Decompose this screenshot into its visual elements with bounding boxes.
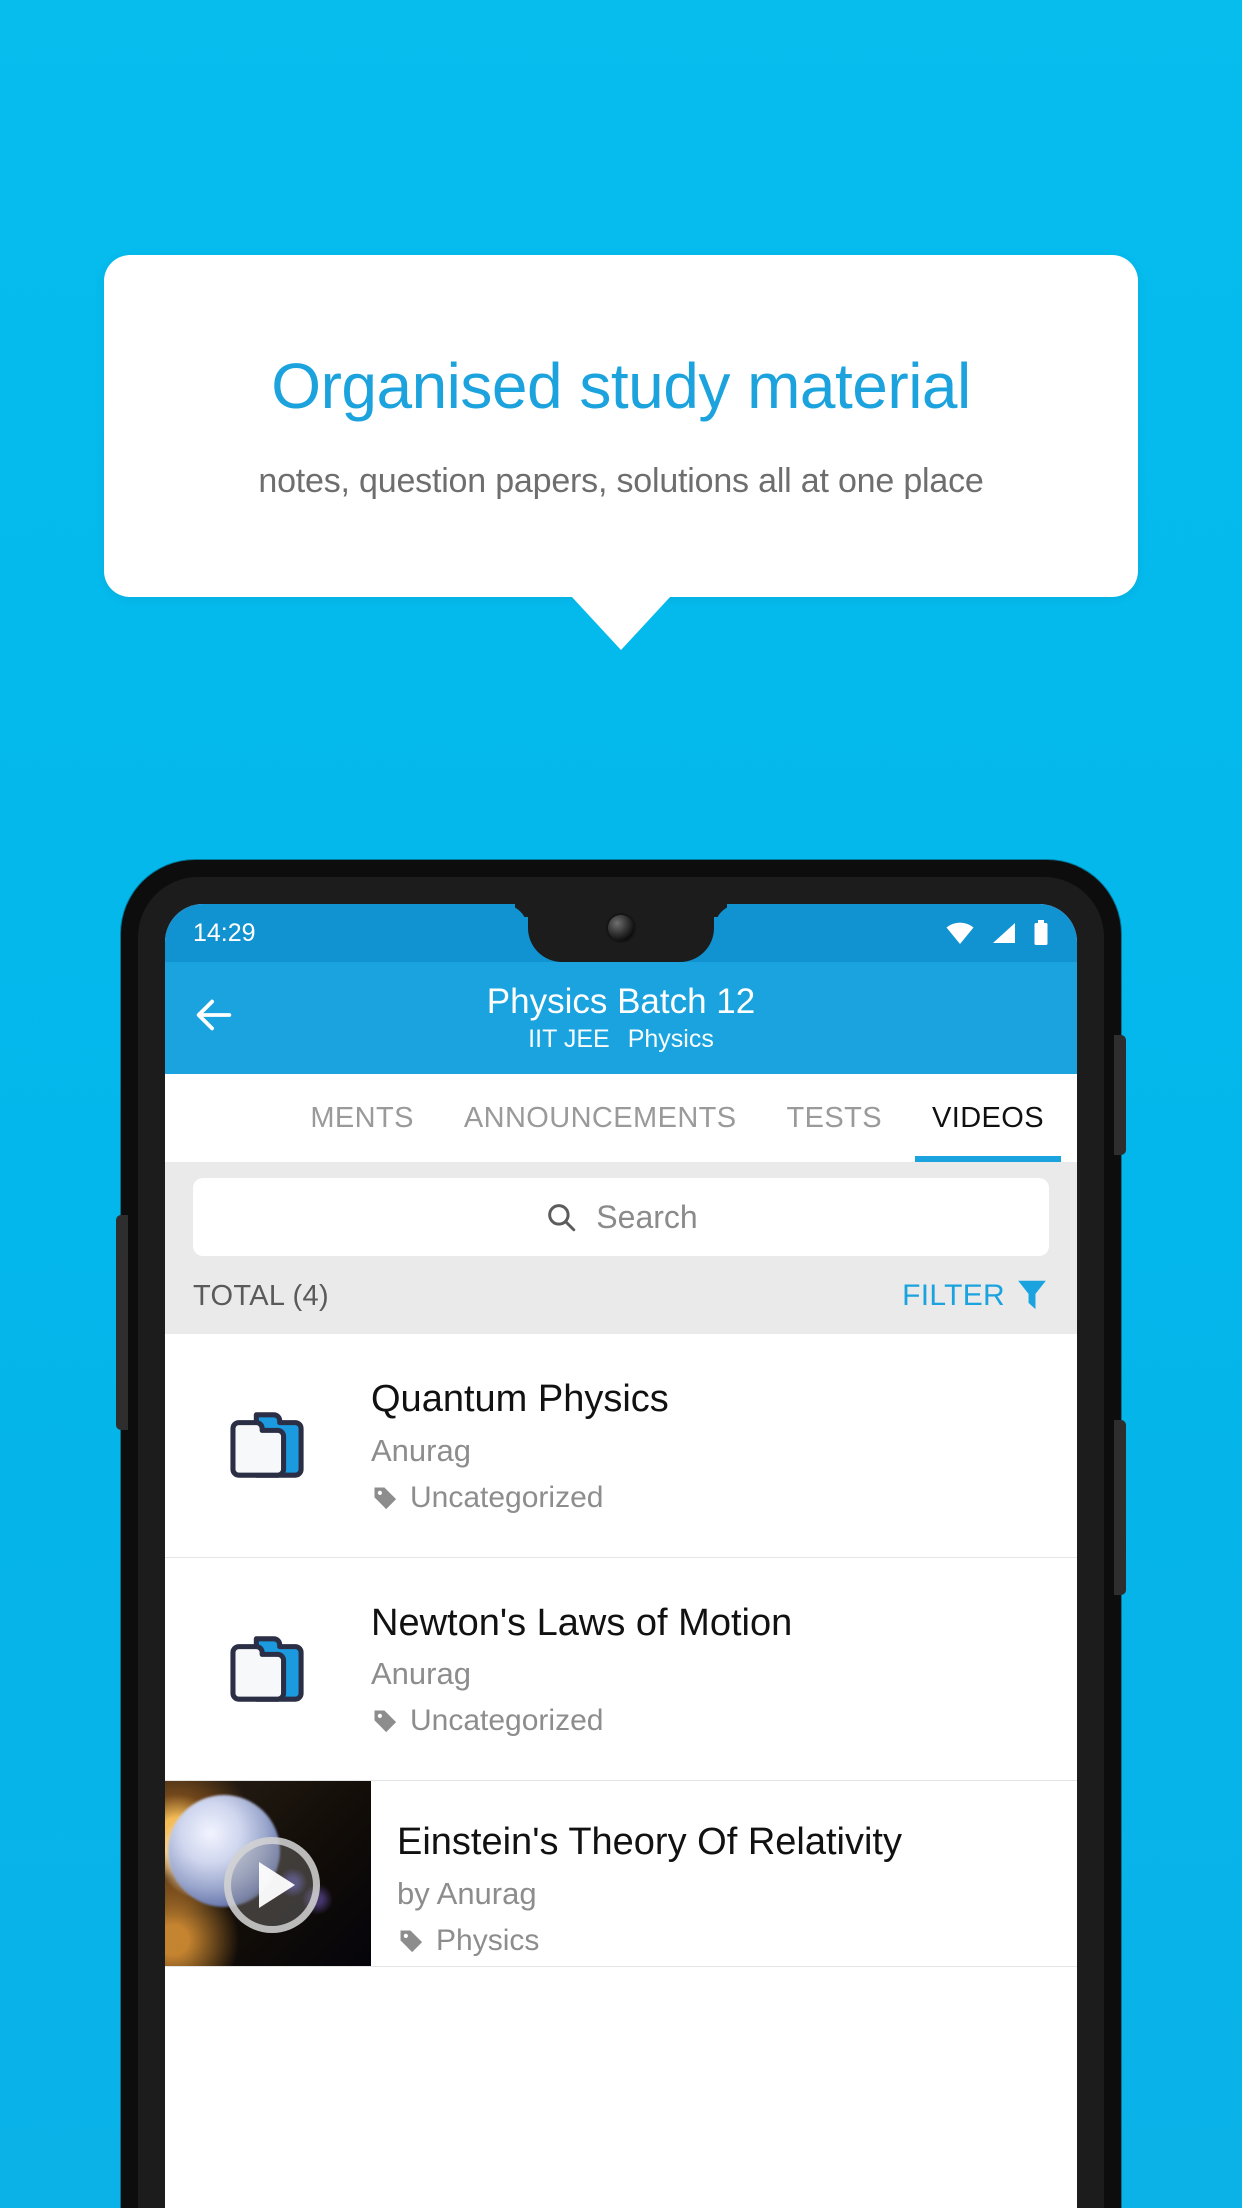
search-icon bbox=[548, 1204, 576, 1232]
search-zone: Search bbox=[165, 1162, 1077, 1256]
list-item-title: Newton's Laws of Motion bbox=[371, 1601, 793, 1644]
tab-announcements[interactable]: ANNOUNCEMENTS bbox=[439, 1074, 762, 1162]
list-item-tag-text: Uncategorized bbox=[410, 1480, 604, 1514]
folder-icon bbox=[230, 1636, 304, 1702]
breadcrumb: IIT JEE Physics bbox=[165, 1025, 1077, 1054]
list-item-author: by Anurag bbox=[397, 1875, 537, 1911]
breadcrumb-exam: IIT JEE bbox=[528, 1025, 610, 1054]
play-icon[interactable] bbox=[224, 1836, 321, 1933]
wifi-icon bbox=[946, 922, 974, 944]
tab-tests[interactable]: TESTS bbox=[762, 1074, 907, 1162]
list-header: TOTAL (4) FILTER bbox=[165, 1256, 1077, 1334]
phone-mockup: 14:29 Physics Batch 12 IIT JEE Physics M… bbox=[116, 860, 1126, 2208]
list-item-author: Anurag bbox=[371, 1656, 471, 1691]
list-item-tag-text: Physics bbox=[436, 1923, 540, 1957]
battery-icon bbox=[1034, 920, 1048, 945]
total-count-label: TOTAL (4) bbox=[193, 1279, 329, 1312]
list-item-author: Anurag bbox=[371, 1432, 471, 1468]
list-item-tag: Uncategorized bbox=[371, 1704, 1057, 1738]
video-list: Quantum Physics Anurag Uncategorized New… bbox=[165, 1334, 1077, 1967]
tab-ments[interactable]: MENTS bbox=[285, 1074, 439, 1162]
front-camera-icon bbox=[608, 915, 634, 941]
app-bar-titles: Physics Batch 12 IIT JEE Physics bbox=[165, 982, 1077, 1054]
app-bar: Physics Batch 12 IIT JEE Physics bbox=[165, 962, 1077, 1074]
search-placeholder: Search bbox=[596, 1198, 698, 1235]
list-item-title: Quantum Physics bbox=[371, 1378, 669, 1420]
folder-icon bbox=[230, 1412, 304, 1478]
promo-title: Organised study material bbox=[271, 350, 971, 423]
tag-icon bbox=[400, 1930, 423, 1952]
phone-left-volume-button[interactable] bbox=[116, 1215, 128, 1430]
page-title: Physics Batch 12 bbox=[486, 981, 756, 1021]
list-item[interactable]: Einstein's Theory Of Relativity by Anura… bbox=[165, 1781, 1077, 1967]
status-bar-time: 14:29 bbox=[193, 918, 256, 947]
breadcrumb-subject: Physics bbox=[627, 1025, 714, 1054]
list-item-icon-cell bbox=[165, 1409, 371, 1481]
play-triangle bbox=[258, 1861, 295, 1908]
tab-bar: MENTS ANNOUNCEMENTS TESTS VIDEOS bbox=[165, 1074, 1077, 1162]
filter-icon bbox=[1018, 1280, 1046, 1310]
signal-icon bbox=[993, 923, 1015, 943]
list-item-text: Einstein's Theory Of Relativity by Anura… bbox=[371, 1781, 1077, 1966]
tag-icon bbox=[374, 1710, 397, 1733]
list-item-text: Newton's Laws of Motion Anurag Uncategor… bbox=[371, 1600, 1077, 1739]
search-input[interactable]: Search bbox=[193, 1178, 1049, 1256]
phone-notch bbox=[528, 904, 714, 962]
promo-subtitle: notes, question papers, solutions all at… bbox=[258, 461, 984, 500]
status-bar-icons bbox=[945, 920, 1049, 946]
tab-videos[interactable]: VIDEOS bbox=[907, 1074, 1069, 1162]
promo-bubble-tail bbox=[571, 596, 671, 650]
filter-label: FILTER bbox=[902, 1279, 1005, 1312]
tag-icon bbox=[374, 1487, 397, 1509]
list-item-tag: Physics bbox=[397, 1924, 1057, 1958]
phone-right-volume-button[interactable] bbox=[1114, 1420, 1126, 1595]
list-item-tag-text: Uncategorized bbox=[410, 1704, 604, 1737]
video-thumbnail[interactable] bbox=[165, 1781, 371, 1966]
promo-card: Organised study material notes, question… bbox=[104, 255, 1138, 597]
phone-power-button[interactable] bbox=[1114, 1035, 1126, 1155]
list-item-icon-cell bbox=[165, 1633, 371, 1705]
list-item-title: Einstein's Theory Of Relativity bbox=[397, 1821, 902, 1863]
list-item-text: Quantum Physics Anurag Uncategorized bbox=[371, 1376, 1077, 1515]
filter-button[interactable]: FILTER bbox=[902, 1278, 1049, 1314]
list-item[interactable]: Newton's Laws of Motion Anurag Uncategor… bbox=[165, 1558, 1077, 1781]
phone-screen: 14:29 Physics Batch 12 IIT JEE Physics M… bbox=[165, 904, 1077, 2208]
list-item-tag: Uncategorized bbox=[371, 1481, 1057, 1515]
list-item[interactable]: Quantum Physics Anurag Uncategorized bbox=[165, 1334, 1077, 1558]
